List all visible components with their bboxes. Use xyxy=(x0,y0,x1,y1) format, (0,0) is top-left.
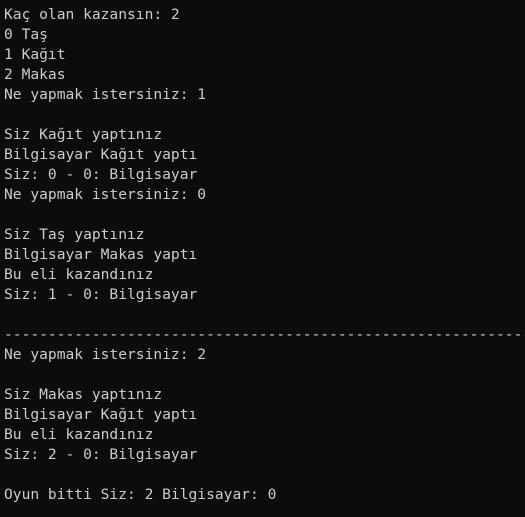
separator-line: ----------------------------------------… xyxy=(4,326,525,343)
game-over-line: Oyun bitti Siz: 2 Bilgisayar: 0 xyxy=(4,486,277,503)
prompt-move: Ne yapmak istersiniz: 0 xyxy=(4,186,207,203)
player-move: Siz Taş yaptınız xyxy=(4,226,145,243)
player-move: Siz Kağıt yaptınız xyxy=(4,126,163,143)
score-line: Siz: 2 - 0: Bilgisayar xyxy=(4,446,198,463)
round-result: Bu eli kazandınız xyxy=(4,266,154,283)
prompt-move: Ne yapmak istersiniz: 1 xyxy=(4,86,207,103)
option-paper: 1 Kağıt xyxy=(4,46,66,63)
prompt-win-count: Kaç olan kazansın: 2 xyxy=(4,6,180,23)
computer-move: Bilgisayar Kağıt yaptı xyxy=(4,146,198,163)
prompt-move: Ne yapmak istersiniz: 2 xyxy=(4,346,207,363)
computer-move: Bilgisayar Kağıt yaptı xyxy=(4,406,198,423)
computer-move: Bilgisayar Makas yaptı xyxy=(4,246,198,263)
round-result: Bu eli kazandınız xyxy=(4,426,154,443)
option-scissors: 2 Makas xyxy=(4,66,66,83)
player-move: Siz Makas yaptınız xyxy=(4,386,163,403)
console-output[interactable]: Kaç olan kazansın: 2 0 Taş 1 Kağıt 2 Mak… xyxy=(0,0,525,517)
score-line: Siz: 1 - 0: Bilgisayar xyxy=(4,286,198,303)
option-rock: 0 Taş xyxy=(4,26,48,43)
score-line: Siz: 0 - 0: Bilgisayar xyxy=(4,166,198,183)
